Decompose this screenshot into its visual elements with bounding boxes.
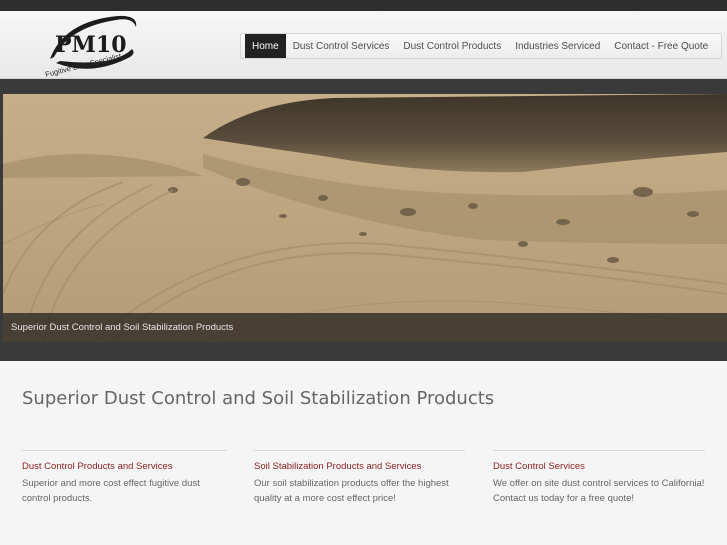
main-content: Superior Dust Control and Soil Stabiliza… (0, 361, 727, 545)
column-soil-stabilization: Soil Stabilization Products and Services… (254, 450, 465, 506)
column-title[interactable]: Dust Control Products and Services (22, 461, 227, 472)
column-title[interactable]: Dust Control Services (493, 461, 705, 472)
column-dust-control-products: Dust Control Products and Services Super… (22, 450, 227, 506)
hero-caption: Superior Dust Control and Soil Stabiliza… (3, 313, 727, 342)
pm10-logo[interactable]: PM10 Fugitive Dust Specialist (40, 11, 144, 81)
column-text: Superior and more cost effect fugitive d… (22, 478, 200, 504)
nav-dust-control-services[interactable]: Dust Control Services (286, 34, 397, 58)
site-header: PM10 Fugitive Dust Specialist Home Dust … (0, 11, 727, 79)
page-title: Superior Dust Control and Soil Stabiliza… (22, 388, 495, 409)
column-title[interactable]: Soil Stabilization Products and Services (254, 461, 465, 472)
nav-industries-serviced[interactable]: Industries Serviced (508, 34, 607, 58)
column-dust-control-services: Dust Control Services We offer on site d… (493, 450, 705, 506)
column-text: We offer on site dust control services t… (493, 478, 705, 504)
main-navigation: Home Dust Control Services Dust Control … (240, 33, 723, 59)
nav-dust-control-products[interactable]: Dust Control Products (396, 34, 508, 58)
nav-contact-free-quote[interactable]: Contact - Free Quote (607, 34, 715, 58)
column-text: Our soil stabilization products offer th… (254, 478, 449, 504)
top-bar (0, 0, 727, 11)
nav-home[interactable]: Home (245, 34, 286, 58)
hero-dirt-image (3, 94, 727, 342)
hero-slider[interactable]: Superior Dust Control and Soil Stabiliza… (3, 94, 727, 342)
